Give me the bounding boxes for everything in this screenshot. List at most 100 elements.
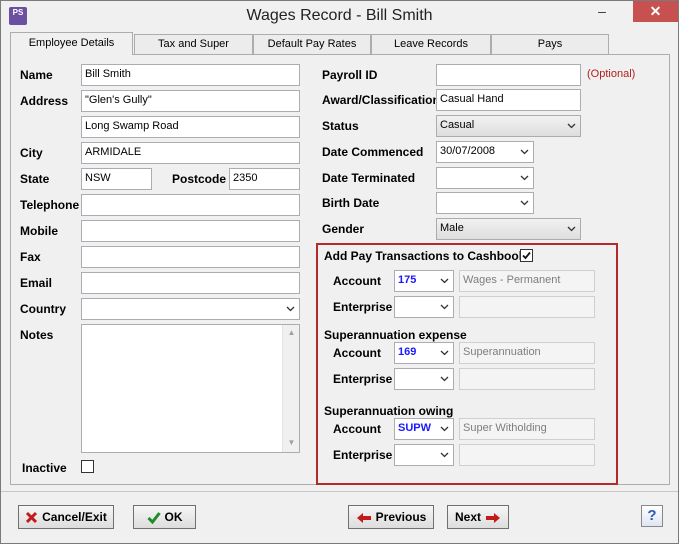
payroll-id-field[interactable] — [436, 64, 581, 86]
country-label: Country — [20, 302, 66, 316]
telephone-label: Telephone — [20, 198, 80, 212]
state-field[interactable]: NSW — [81, 168, 152, 190]
date-terminated-label: Date Terminated — [322, 171, 416, 185]
notes-scrollbar[interactable]: ▲ ▼ — [282, 325, 299, 452]
chevron-down-icon — [440, 278, 449, 284]
gender-select[interactable]: Male — [436, 218, 581, 240]
postcode-label: Postcode — [172, 172, 227, 186]
tab-leave-records[interactable]: Leave Records — [371, 34, 491, 54]
cancel-exit-label: Cancel/Exit — [42, 510, 107, 524]
footer-divider — [1, 491, 678, 492]
help-button[interactable]: ? — [641, 505, 663, 527]
city-label: City — [20, 146, 43, 160]
cancel-exit-button[interactable]: Cancel/Exit — [18, 505, 114, 529]
arrow-left-icon — [356, 512, 371, 523]
birth-date-picker[interactable] — [436, 192, 534, 214]
gender-label: Gender — [322, 222, 365, 236]
super-expense-account-select[interactable]: 169 — [394, 342, 454, 364]
award-field[interactable]: Casual Hand — [436, 89, 581, 111]
wages-enterprise-label: Enterprise — [333, 300, 393, 314]
super-owing-account-value: SUPW — [398, 422, 431, 434]
mobile-field[interactable] — [81, 220, 300, 242]
date-commenced-value: 30/07/2008 — [440, 145, 496, 157]
email-field[interactable] — [81, 272, 300, 294]
fax-field[interactable] — [81, 246, 300, 268]
notes-textarea[interactable]: ▲ ▼ — [81, 324, 300, 453]
minimize-button[interactable]: – — [589, 1, 615, 22]
scroll-up-icon[interactable]: ▲ — [286, 328, 297, 339]
award-label: Award/Classification — [322, 93, 440, 107]
state-label: State — [20, 172, 50, 186]
close-button[interactable]: ✕ — [633, 1, 678, 22]
status-select[interactable]: Casual — [436, 115, 581, 137]
scroll-down-icon[interactable]: ▼ — [286, 438, 297, 449]
tab-employee-details[interactable]: Employee Details — [10, 32, 133, 55]
super-owing-description: Super Witholding — [459, 418, 595, 440]
chevron-down-icon — [440, 426, 449, 432]
chevron-down-icon — [440, 350, 449, 356]
next-button[interactable]: Next — [447, 505, 509, 529]
ok-label: OK — [164, 510, 183, 524]
payroll-optional-hint: (Optional) — [587, 68, 636, 80]
wages-account-select[interactable]: 175 — [394, 270, 454, 292]
add-to-cashbook-checkbox[interactable] — [520, 249, 533, 262]
chevron-down-icon — [440, 376, 449, 382]
postcode-field[interactable]: 2350 — [229, 168, 300, 190]
date-terminated-picker[interactable] — [436, 167, 534, 189]
name-field[interactable]: Bill Smith — [81, 64, 300, 86]
tab-default-pay-rates[interactable]: Default Pay Rates — [253, 34, 371, 54]
green-check-icon — [146, 512, 161, 525]
super-owing-enterprise-label: Enterprise — [333, 448, 393, 462]
wages-enterprise-select[interactable] — [394, 296, 454, 318]
birth-date-label: Birth Date — [322, 196, 380, 210]
previous-label: Previous — [375, 510, 427, 524]
super-expense-account-value: 169 — [398, 346, 417, 358]
ok-button[interactable]: OK — [133, 505, 196, 529]
date-commenced-label: Date Commenced — [322, 145, 424, 159]
super-owing-enterprise-description — [459, 444, 595, 466]
wages-record-window: PS Wages Record - Bill Smith – ✕ Employe… — [0, 0, 679, 544]
name-label: Name — [20, 68, 53, 82]
chevron-down-icon — [567, 123, 576, 129]
fax-label: Fax — [20, 250, 41, 264]
chevron-down-icon — [520, 200, 529, 206]
tab-pays[interactable]: Pays — [491, 34, 609, 54]
address-line1-field[interactable]: "Glen's Gully" — [81, 90, 300, 112]
inactive-label: Inactive — [22, 461, 67, 475]
red-x-icon — [26, 512, 38, 524]
country-select[interactable] — [81, 298, 300, 320]
title-bar[interactable]: PS Wages Record - Bill Smith – ✕ — [1, 1, 678, 32]
mobile-label: Mobile — [20, 224, 58, 238]
wages-account-value: 175 — [398, 274, 417, 286]
next-label: Next — [454, 510, 481, 524]
super-expense-enterprise-description — [459, 368, 595, 390]
super-owing-header: Superannuation owing — [324, 404, 454, 418]
super-expense-enterprise-label: Enterprise — [333, 372, 393, 386]
date-commenced-picker[interactable]: 30/07/2008 — [436, 141, 534, 163]
super-owing-account-select[interactable]: SUPW — [394, 418, 454, 440]
city-field[interactable]: ARMIDALE — [81, 142, 300, 164]
email-label: Email — [20, 276, 53, 290]
wages-account-label: Account — [333, 274, 381, 288]
checkmark-icon — [522, 251, 531, 260]
address-label: Address — [20, 94, 69, 108]
tab-tax-and-super[interactable]: Tax and Super — [134, 34, 253, 54]
super-owing-enterprise-select[interactable] — [394, 444, 454, 466]
telephone-field[interactable] — [81, 194, 300, 216]
cashbook-group: Add Pay Transactions to Cashbook Account… — [316, 243, 618, 485]
payroll-id-label: Payroll ID — [322, 68, 378, 82]
chevron-down-icon — [520, 149, 529, 155]
notes-label: Notes — [20, 328, 54, 342]
inactive-checkbox[interactable] — [81, 460, 94, 473]
super-expense-header: Superannuation expense — [324, 328, 467, 342]
chevron-down-icon — [567, 226, 576, 232]
previous-button[interactable]: Previous — [348, 505, 434, 529]
gender-value: Male — [440, 222, 464, 234]
arrow-right-icon — [486, 512, 500, 523]
chevron-down-icon — [520, 175, 529, 181]
super-expense-enterprise-select[interactable] — [394, 368, 454, 390]
address-line2-field[interactable]: Long Swamp Road — [81, 116, 300, 138]
super-expense-account-label: Account — [333, 346, 381, 360]
employee-details-panel: Name Bill Smith Address "Glen's Gully" L… — [10, 54, 670, 485]
chevron-down-icon — [286, 306, 295, 312]
